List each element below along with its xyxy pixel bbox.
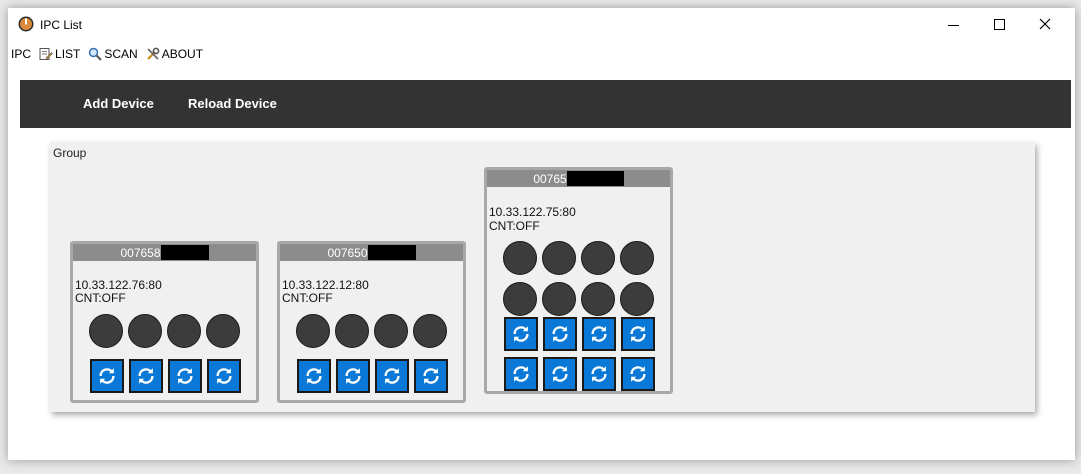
refresh-button[interactable] [582, 317, 616, 351]
status-indicator [89, 314, 123, 348]
redacted-block [367, 245, 416, 260]
title-bar[interactable]: IPC List [8, 8, 1075, 40]
refresh-icon [630, 366, 646, 382]
menu-scan-label: SCAN [104, 47, 138, 61]
refresh-icon [552, 366, 568, 382]
refresh-icon [384, 368, 400, 384]
device-id: 00765 [533, 171, 567, 186]
status-indicator [581, 241, 615, 275]
device-card: 007650 10.33.122.12:80 CNT:OFF [277, 241, 466, 403]
refresh-button[interactable] [582, 357, 616, 391]
refresh-button[interactable] [129, 359, 163, 393]
status-indicator [542, 241, 576, 275]
refresh-icon [216, 368, 232, 384]
refresh-icon [99, 368, 115, 384]
device-group-panel: Group 007658 10.33.122.76:80 CNT:OFF 007… [50, 142, 1035, 412]
device-cnt-status: CNT:OFF [282, 291, 333, 305]
device-cnt-status: CNT:OFF [489, 219, 540, 233]
status-indicator [335, 314, 369, 348]
refresh-button[interactable] [297, 359, 331, 393]
magnifier-icon [88, 47, 103, 61]
status-indicator [542, 282, 576, 316]
device-card-header: 007650 [280, 244, 463, 261]
status-indicator [167, 314, 201, 348]
device-card-header: 00765 [487, 170, 670, 187]
reload-device-button[interactable]: Reload Device [188, 96, 277, 111]
group-label: Group [53, 146, 87, 160]
menu-bar: IPC LIST SCAN ABOUT [8, 44, 207, 64]
refresh-button[interactable] [543, 317, 577, 351]
maximize-button[interactable] [976, 8, 1022, 40]
redacted-block [566, 171, 624, 186]
refresh-button[interactable] [336, 359, 370, 393]
refresh-button[interactable] [504, 357, 538, 391]
refresh-icon [513, 366, 529, 382]
maximize-icon [993, 18, 1005, 30]
refresh-icon [177, 368, 193, 384]
menu-list-label: LIST [55, 47, 81, 61]
minimize-button[interactable] [930, 8, 976, 40]
menu-scan[interactable]: SCAN [84, 47, 141, 61]
refresh-icon [306, 368, 322, 384]
status-indicator [503, 241, 537, 275]
menu-about[interactable]: ABOUT [142, 47, 207, 61]
refresh-icon [423, 368, 439, 384]
window-title: IPC List [40, 18, 83, 32]
app-logo-icon [18, 16, 34, 32]
device-card-header: 007658 [73, 244, 256, 261]
status-indicator [374, 314, 408, 348]
device-id: 007658 [120, 245, 161, 260]
refresh-icon [138, 368, 154, 384]
refresh-button[interactable] [621, 357, 655, 391]
status-indicator [128, 314, 162, 348]
refresh-icon [552, 326, 568, 342]
list-edit-icon [39, 47, 53, 61]
status-indicator [581, 282, 615, 316]
refresh-button[interactable] [414, 359, 448, 393]
menu-ipc-label: IPC [11, 47, 32, 61]
tools-icon [146, 47, 160, 61]
refresh-button[interactable] [621, 317, 655, 351]
status-indicator [206, 314, 240, 348]
menu-ipc[interactable]: IPC [8, 47, 35, 61]
refresh-button[interactable] [543, 357, 577, 391]
status-indicator [503, 282, 537, 316]
status-indicator [413, 314, 447, 348]
refresh-icon [591, 366, 607, 382]
device-cnt-status: CNT:OFF [75, 291, 126, 305]
status-indicator [620, 282, 654, 316]
device-ip: 10.33.122.76:80 [75, 278, 162, 292]
refresh-icon [630, 326, 646, 342]
refresh-button[interactable] [90, 359, 124, 393]
device-ip: 10.33.122.12:80 [282, 278, 369, 292]
refresh-button[interactable] [168, 359, 202, 393]
device-id: 007650 [327, 245, 368, 260]
status-indicator [296, 314, 330, 348]
refresh-button[interactable] [207, 359, 241, 393]
menu-about-label: ABOUT [161, 47, 204, 61]
minimize-icon [947, 24, 959, 26]
device-ip: 10.33.122.75:80 [489, 205, 576, 219]
refresh-button[interactable] [375, 359, 409, 393]
close-button[interactable] [1022, 8, 1068, 40]
refresh-icon [513, 326, 529, 342]
redacted-block [160, 245, 209, 260]
menu-list[interactable]: LIST [35, 47, 84, 61]
device-toolbar: Add Device Reload Device [20, 80, 1071, 128]
device-card: 007658 10.33.122.76:80 CNT:OFF [70, 241, 259, 403]
app-window: IPC List IPC LIST SCAN ABOUT Add Device … [8, 8, 1075, 460]
device-card: 00765 10.33.122.75:80 CNT:OFF [484, 167, 673, 394]
add-device-button[interactable]: Add Device [83, 96, 154, 111]
refresh-button[interactable] [504, 317, 538, 351]
status-indicator [620, 241, 654, 275]
refresh-icon [345, 368, 361, 384]
close-icon [1039, 18, 1051, 30]
refresh-icon [591, 326, 607, 342]
